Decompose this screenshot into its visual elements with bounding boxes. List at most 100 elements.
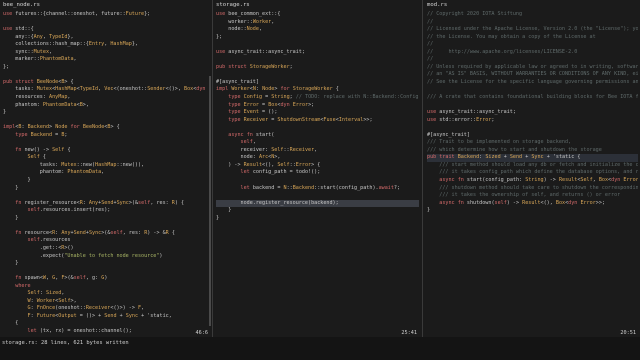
code-line[interactable] xyxy=(216,41,419,49)
code-area[interactable]: use bee_common_ext::{ worker::Worker, no… xyxy=(216,11,419,222)
code-line[interactable]: Self: Sized, xyxy=(3,290,210,298)
code-line[interactable]: /// Trait to be implemented on storage b… xyxy=(427,139,638,147)
code-line[interactable]: } xyxy=(216,207,419,215)
code-line[interactable]: impl Worker<N: Node> for StorageWorker { xyxy=(216,86,419,94)
code-line[interactable]: async fn start(config_path: String) -> R… xyxy=(427,177,638,185)
code-line[interactable]: // Unless required by applicable law or … xyxy=(427,64,638,72)
code-line[interactable]: }; xyxy=(3,64,210,72)
code-line[interactable] xyxy=(3,139,210,147)
code-line[interactable]: async fn start( xyxy=(216,132,419,140)
code-line[interactable]: let config_path = todo!(); xyxy=(216,169,419,177)
code-line[interactable]: resources: AnyMap, xyxy=(3,94,210,102)
code-line[interactable]: } xyxy=(3,177,210,185)
code-line[interactable]: tasks: Mutex<HashMap<TypeId, Vec<(onesho… xyxy=(3,86,210,94)
code-line[interactable]: } xyxy=(3,109,210,117)
code-line[interactable]: self.resources.insert(res); xyxy=(3,207,210,215)
code-line[interactable]: pub struct BeeNode<B> { xyxy=(3,79,210,87)
code-line[interactable]: type Error = Box<dyn Error>; xyxy=(216,102,419,110)
code-line[interactable]: node::Node, xyxy=(216,26,419,34)
code-line[interactable]: } xyxy=(3,185,210,193)
code-line[interactable]: // Copyright 2020 IOTA Stiftung xyxy=(427,11,638,19)
code-line[interactable]: // xyxy=(427,19,638,27)
code-line[interactable]: type Config = String; // TODO: replace w… xyxy=(216,94,419,102)
code-line[interactable]: self.resources xyxy=(3,237,210,245)
code-line[interactable] xyxy=(3,19,210,27)
code-line[interactable]: G: FnOnce(oneshot::Receiver<()>) -> F, xyxy=(3,305,210,313)
code-line[interactable]: use std::error::Error; xyxy=(427,117,638,125)
code-line[interactable]: // the License. You may obtain a copy of… xyxy=(427,34,638,42)
code-line[interactable]: // http://www.apache.org/licenses/LICENS… xyxy=(427,49,638,57)
code-line[interactable]: impl<B: Backend> Node for BeeNode<B> { xyxy=(3,124,210,132)
code-line[interactable]: phantom: PhantomData, xyxy=(3,169,210,177)
code-line[interactable]: fn new() -> Self { xyxy=(3,147,210,155)
code-line[interactable] xyxy=(3,268,210,276)
code-line[interactable]: use bee_common_ext::{ xyxy=(216,11,419,19)
code-line[interactable]: // xyxy=(427,56,638,64)
code-line[interactable]: fn resource<R: Any+Send+Sync>(&self, res… xyxy=(3,230,210,238)
code-line[interactable]: let backend = N::Backend::start(config_p… xyxy=(216,185,419,193)
code-line[interactable] xyxy=(3,192,210,200)
code-line[interactable] xyxy=(216,192,419,200)
code-line[interactable]: } xyxy=(3,215,210,223)
code-line[interactable]: use async_trait::async_trait; xyxy=(216,49,419,57)
code-line[interactable]: let (tx, rx) = oneshot::channel(); xyxy=(3,328,210,336)
code-line[interactable]: } xyxy=(427,207,638,215)
code-line[interactable] xyxy=(3,71,210,79)
code-line[interactable]: F: Future<Output = ()> + Send + Sync + '… xyxy=(3,313,210,321)
code-line[interactable]: receiver: Self::Receiver, xyxy=(216,147,419,155)
code-line[interactable]: node: Arc<N>, xyxy=(216,154,419,162)
code-line[interactable]: use futures::{channel::oneshot, future::… xyxy=(3,11,210,19)
code-line[interactable]: any::{Any, TypeId}, xyxy=(3,34,210,42)
editor-pane-mod[interactable]: mod.rs // Copyright 2020 IOTA Stiftung//… xyxy=(424,0,640,337)
code-line[interactable]: fn spawn<W, G, F>(&self, g: G) xyxy=(3,275,210,283)
code-line[interactable]: type Event = (); xyxy=(216,109,419,117)
code-line[interactable]: Self { xyxy=(3,154,210,162)
code-line[interactable] xyxy=(427,86,638,94)
code-line[interactable]: // an "AS IS" BASIS, WITHOUT WARRANTIES … xyxy=(427,71,638,79)
code-line[interactable]: /// it takes config_path which define th… xyxy=(427,169,638,177)
code-line[interactable]: pub trait Backend: Sized + Send + Sync +… xyxy=(427,154,638,162)
code-line[interactable] xyxy=(216,56,419,64)
code-line[interactable]: type Backend = B; xyxy=(3,132,210,140)
code-line[interactable] xyxy=(3,117,210,125)
code-line[interactable]: phantom: PhantomData<B>, xyxy=(3,102,210,110)
code-line[interactable]: /// which determine how to start and shu… xyxy=(427,147,638,155)
editor-pane-bee-node[interactable]: bee_node.rs use futures::{channel::onesh… xyxy=(0,0,212,337)
code-line[interactable]: worker::Worker, xyxy=(216,19,419,27)
code-line[interactable]: /// A crate that contains foundational b… xyxy=(427,94,638,102)
code-line[interactable]: #[async_trait] xyxy=(427,132,638,140)
code-line[interactable]: tasks: Mutex::new(HashMap::new()), xyxy=(3,162,210,170)
code-line[interactable]: ) -> Result<(), Self::Error> { xyxy=(216,162,419,170)
code-line[interactable]: node.register_resource(backend); xyxy=(216,199,419,208)
scrollbar[interactable] xyxy=(209,76,211,326)
code-area[interactable]: // Copyright 2020 IOTA Stiftung//// Lice… xyxy=(427,11,638,215)
code-line[interactable] xyxy=(427,124,638,132)
code-line[interactable] xyxy=(216,124,419,132)
code-line[interactable]: // Licensed under the Apache License, Ve… xyxy=(427,26,638,34)
code-line[interactable]: where xyxy=(3,283,210,291)
code-line[interactable] xyxy=(3,222,210,230)
code-area[interactable]: use futures::{channel::oneshot, future::… xyxy=(3,11,210,337)
code-line[interactable]: } xyxy=(216,215,419,223)
code-line[interactable]: // xyxy=(427,41,638,49)
code-line[interactable]: .get::<R>() xyxy=(3,245,210,253)
code-line[interactable]: /// it takes the ownership of self, and … xyxy=(427,192,638,200)
code-line[interactable]: /// start method should load any db or f… xyxy=(427,162,638,170)
code-line[interactable]: use async_trait::async_trait; xyxy=(427,109,638,117)
code-line[interactable]: /// shutdown method should take care to … xyxy=(427,185,638,193)
code-line[interactable]: .expect("Unable to fetch node resource") xyxy=(3,253,210,261)
code-line[interactable] xyxy=(216,177,419,185)
code-line[interactable]: pub struct StorageWorker; xyxy=(216,64,419,72)
code-line[interactable]: marker::PhantomData, xyxy=(3,56,210,64)
code-line[interactable]: sync::Mutex, xyxy=(3,49,210,57)
code-line[interactable]: fn register_resource<R: Any+Send+Sync>(&… xyxy=(3,200,210,208)
pane-divider[interactable] xyxy=(422,0,423,337)
code-line[interactable]: // See the License for the specific lang… xyxy=(427,79,638,87)
code-line[interactable] xyxy=(427,102,638,110)
code-line[interactable]: } xyxy=(3,260,210,268)
code-line[interactable]: self, xyxy=(216,139,419,147)
code-line[interactable]: }; xyxy=(216,34,419,42)
code-line[interactable]: use std::{ xyxy=(3,26,210,34)
code-line[interactable]: type Receiver = ShutdownStream<Fuse<Inte… xyxy=(216,117,419,125)
code-line[interactable]: { xyxy=(3,320,210,328)
